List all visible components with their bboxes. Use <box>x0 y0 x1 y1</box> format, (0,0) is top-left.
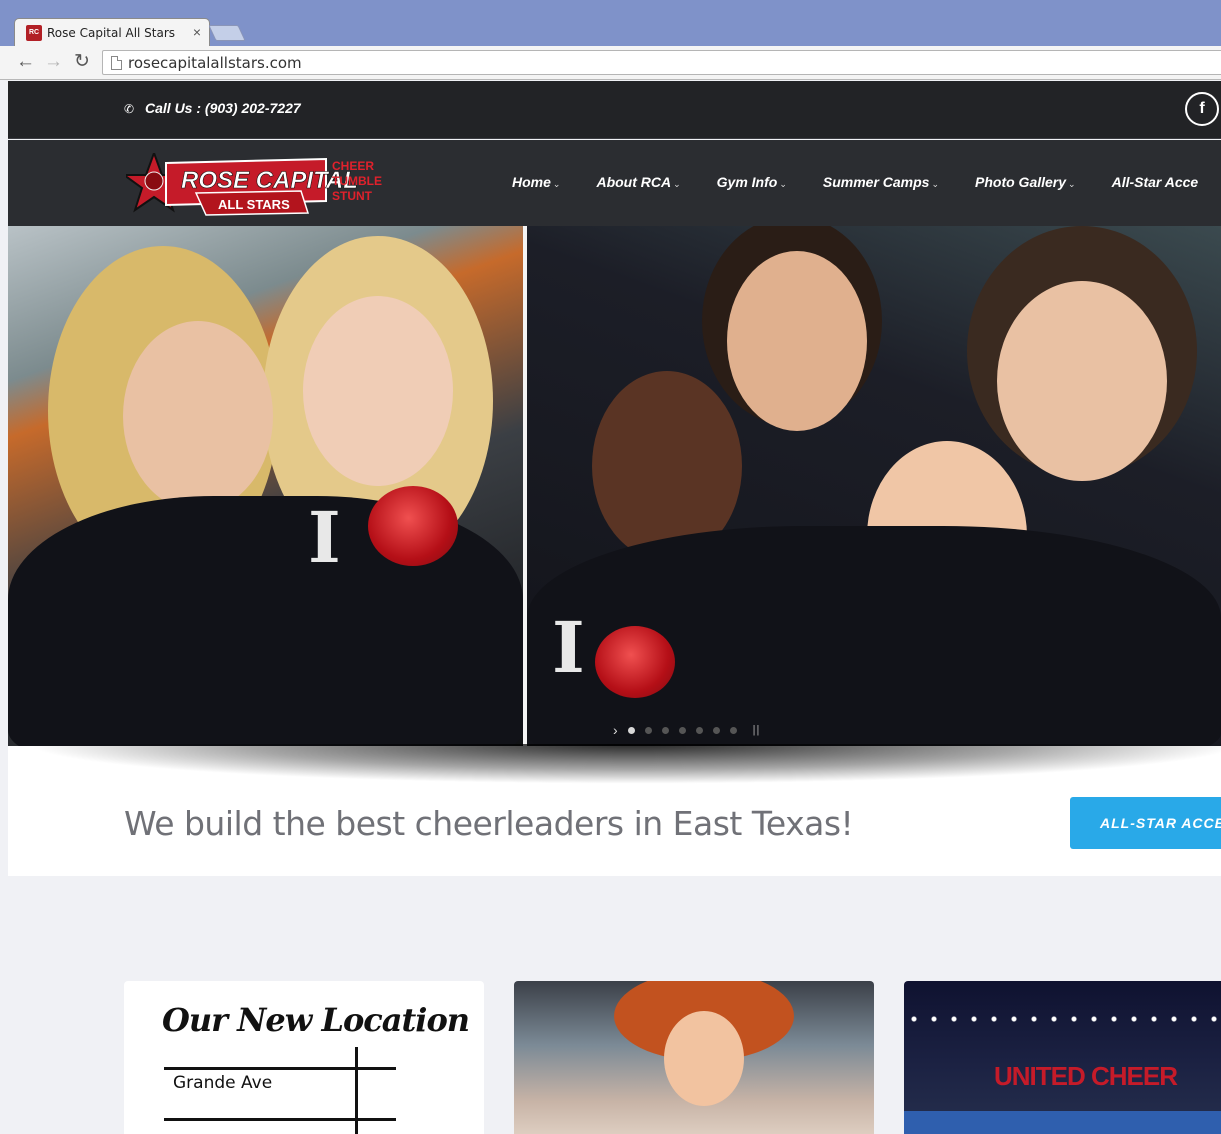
face-shape <box>664 1011 744 1106</box>
chevron-down-icon: ⌄ <box>673 179 681 189</box>
tagline-text: We build the best cheerleaders in East T… <box>124 804 854 843</box>
face-shape <box>727 251 867 431</box>
nav-item-gym-info[interactable]: Gym Info ⌄ <box>717 174 787 190</box>
arena-floor <box>904 1111 1221 1134</box>
nav-item-home[interactable]: Home ⌄ <box>512 174 560 190</box>
face-shape <box>123 321 273 511</box>
nav-item-label: About RCA <box>596 174 672 190</box>
rose-capital-logo[interactable]: ROSE CAPITAL ALL STARS CHEER TUMBLE STUN… <box>126 153 388 223</box>
slider-pagination: › || <box>613 722 760 738</box>
tab-title: Rose Capital All Stars <box>47 26 176 40</box>
reload-icon[interactable]: ↻ <box>74 52 90 72</box>
arrow-left-icon[interactable]: ← <box>16 52 35 72</box>
chevron-down-icon: ⌄ <box>931 179 940 189</box>
favicon-icon: RC <box>26 25 42 41</box>
address-bar[interactable]: rosecapitalallstars.com <box>102 50 1221 75</box>
top-bar: ✆ Call Us : (903) 202-7227 f <box>8 81 1221 139</box>
chevron-down-icon: ⌄ <box>552 179 561 189</box>
tagline-section: We build the best cheerleaders in East T… <box>8 744 1221 876</box>
facebook-icon[interactable]: f <box>1185 92 1219 126</box>
close-icon[interactable]: × <box>193 24 201 40</box>
slider-dot[interactable] <box>678 726 686 734</box>
slider-dot[interactable] <box>712 726 720 734</box>
hero-shadow <box>24 744 1221 784</box>
page-icon <box>111 56 122 70</box>
web-page: ✆ Call Us : (903) 202-7227 f ROSE CAPITA… <box>8 81 1221 1134</box>
logo-name-line2: ALL STARS <box>218 197 290 212</box>
shirt-letter: I <box>308 496 341 579</box>
map-road-horizontal <box>164 1118 396 1121</box>
logo-tag-stunt: STUNT <box>332 189 373 203</box>
nav-item-label: Home <box>512 174 551 190</box>
shirt-letter: I <box>552 606 585 689</box>
nav-item-label: Summer Camps <box>822 174 930 190</box>
rose-shape <box>595 626 675 698</box>
chevron-right-icon[interactable]: › <box>613 722 618 738</box>
slider-dot[interactable] <box>627 726 635 734</box>
logo-tag-cheer: CHEER <box>332 159 374 173</box>
slider-dot[interactable] <box>644 726 652 734</box>
phone-icon: ✆ <box>124 102 135 116</box>
pause-icon[interactable]: || <box>753 724 761 736</box>
arrow-right-icon[interactable]: → <box>44 52 63 72</box>
nav-item-about[interactable]: About RCA ⌄ <box>596 174 680 190</box>
street-label: Grande Ave <box>173 1073 273 1093</box>
face-shape <box>997 281 1167 481</box>
competition-photo-card[interactable]: UNITED CHEER <box>904 981 1221 1134</box>
slider-dot[interactable] <box>729 726 737 734</box>
browser-tab[interactable]: RC Rose Capital All Stars × <box>14 18 210 46</box>
hero-slider[interactable]: I I › || <box>8 226 1221 746</box>
location-card[interactable]: Our New Location Grande Ave <box>124 981 484 1134</box>
new-tab-button[interactable] <box>208 25 246 41</box>
hero-photo-left: I <box>8 226 523 746</box>
chevron-down-icon: ⌄ <box>779 179 787 189</box>
nav-item-label: All-Star Acce <box>1111 174 1199 190</box>
main-menu: Home ⌄ About RCA ⌄ Gym Info ⌄ Summer Camps ⌄… <box>512 174 1221 190</box>
nav-item-label: Photo Gallery <box>975 174 1067 190</box>
browser-toolbar: ← → ↻ rosecapitalallstars.com <box>0 46 1221 80</box>
nav-item-label: Gym Info <box>716 174 778 190</box>
slider-dot[interactable] <box>661 726 669 734</box>
browser-tabstrip: RC Rose Capital All Stars × <box>0 0 1221 46</box>
cheer-photo-card[interactable] <box>514 981 874 1134</box>
call-us-text[interactable]: Call Us : (903) 202-7227 <box>145 100 301 116</box>
main-navbar: ROSE CAPITAL ALL STARS CHEER TUMBLE STUN… <box>8 140 1221 226</box>
slider-dot[interactable] <box>695 726 703 734</box>
logo-tag-tumble: TUMBLE <box>332 174 382 188</box>
chevron-down-icon: ⌄ <box>1068 179 1076 189</box>
rose-shape <box>368 486 458 566</box>
map-road-horizontal <box>164 1067 396 1070</box>
arena-lights <box>904 1016 1221 1022</box>
all-star-access-button[interactable]: ALL-STAR ACCES <box>1070 797 1221 849</box>
face-shape <box>303 296 453 486</box>
logo-rose-shape <box>144 171 164 191</box>
nav-item-summer-camps[interactable]: Summer Camps ⌄ <box>823 174 939 190</box>
nav-item-photo-gallery[interactable]: Photo Gallery ⌄ <box>975 174 1076 190</box>
url-text[interactable]: rosecapitalallstars.com <box>128 54 302 72</box>
nav-item-all-star[interactable]: All-Star Acce <box>1112 174 1199 190</box>
hero-photo-right: I <box>527 226 1221 746</box>
arena-banner-text: UNITED CHEER <box>994 1061 1178 1091</box>
location-title: Our New Location <box>162 1001 470 1039</box>
